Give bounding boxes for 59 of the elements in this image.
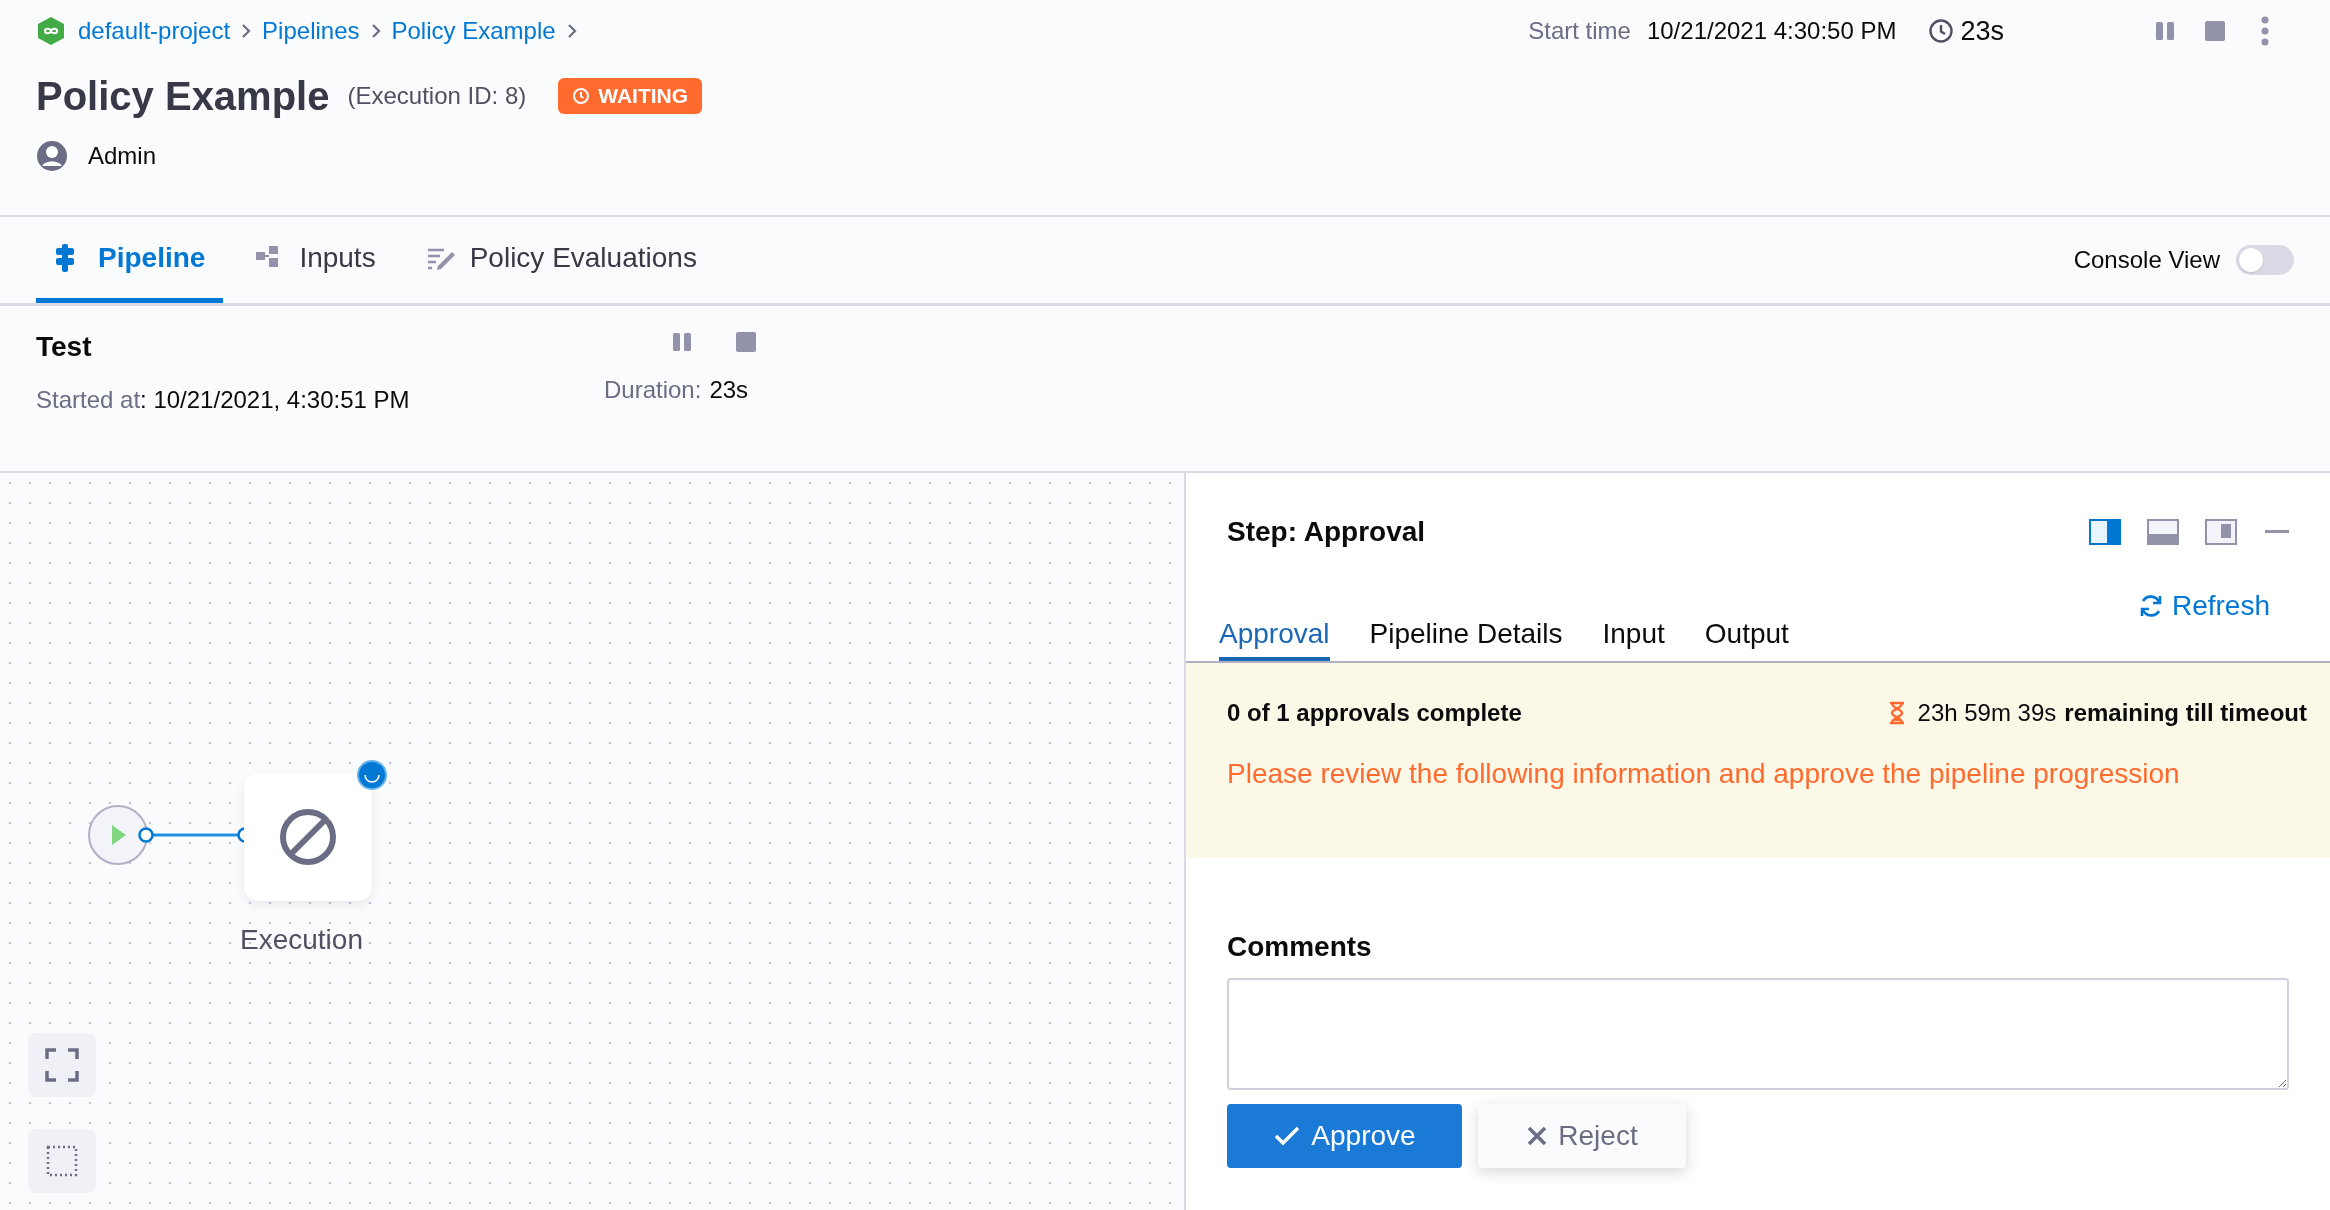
panel-tab[interactable]: Input: [1602, 611, 1665, 661]
console-view-label: Console View: [2073, 245, 2220, 275]
clock-icon: [1928, 18, 1955, 44]
approve-button[interactable]: Approve: [1227, 1104, 1462, 1168]
running-status-icon: [356, 759, 388, 791]
remaining-label: remaining till timeout: [2064, 698, 2307, 728]
approval-message: Please review the following information and approve the pipeline progression: [1227, 757, 2181, 791]
pipeline-title: Policy Example: [36, 73, 330, 120]
duration-value: 23s: [709, 375, 749, 405]
comments-label: Comments: [1227, 930, 1373, 964]
checkmark-icon: [1273, 1124, 1302, 1148]
project-logo-icon: [36, 16, 66, 46]
remaining-time: 23h 59m 39s: [1917, 698, 2057, 728]
breadcrumb-link[interactable]: Pipelines: [262, 13, 360, 49]
tab[interactable]: Inputs: [237, 217, 394, 303]
approvals-status: 0 of 1 approvals complete: [1227, 698, 1522, 728]
start-time-label: Start time: [1528, 16, 1631, 46]
zoom-to-fit-button[interactable]: [28, 1033, 96, 1097]
duration-value: 23s: [1960, 14, 2004, 48]
execution-id: (Execution ID: 8): [347, 81, 527, 111]
hourglass-icon: [1887, 701, 1906, 725]
split-right-layout-icon[interactable]: [2089, 519, 2121, 545]
tab[interactable]: Policy Evaluations: [407, 217, 715, 303]
more-options-icon[interactable]: [2260, 16, 2270, 46]
blocked-icon: [279, 808, 337, 866]
minimize-icon[interactable]: [2265, 530, 2289, 534]
chevron-right-icon: [240, 22, 253, 40]
panel-tab[interactable]: Output: [1704, 611, 1789, 661]
breadcrumb-link[interactable]: Policy Example: [391, 13, 556, 49]
duration-label: Duration:: [604, 375, 702, 405]
started-at-value: : 10/21/2021, 4:30:51 PM: [140, 385, 410, 415]
chevron-right-icon: [565, 22, 578, 40]
execution-node[interactable]: [244, 773, 372, 901]
chevron-right-icon: [369, 22, 382, 40]
start-node[interactable]: [86, 803, 150, 867]
step-title: Step: Approval: [1227, 515, 1426, 549]
node-label: Execution: [240, 923, 363, 957]
pause-icon[interactable]: [672, 332, 692, 352]
pause-icon[interactable]: [2154, 20, 2176, 42]
stage-name: Test: [36, 330, 93, 364]
split-bottom-layout-icon[interactable]: [2147, 519, 2179, 545]
dashed-selection-icon: [45, 1144, 79, 1178]
started-at-label: Started at: [36, 385, 141, 415]
floating-layout-icon[interactable]: [2205, 519, 2237, 545]
comments-field[interactable]: [1227, 978, 2289, 1090]
breadcrumb-link[interactable]: default-project: [78, 13, 231, 49]
user-name: Admin: [88, 141, 157, 171]
refresh-button[interactable]: Refresh: [2137, 585, 2270, 627]
close-icon: [1526, 1125, 1549, 1147]
stop-icon[interactable]: [2204, 20, 2226, 42]
selection-tool-button[interactable]: [28, 1129, 96, 1193]
fit-screen-icon: [45, 1048, 79, 1082]
status-badge: WAITING: [558, 78, 703, 114]
reject-button[interactable]: Reject: [1478, 1104, 1686, 1168]
console-view-toggle[interactable]: [2236, 245, 2294, 275]
avatar-icon: [36, 140, 68, 172]
panel-tab[interactable]: Pipeline Details: [1369, 611, 1563, 661]
tab[interactable]: Pipeline: [36, 217, 224, 303]
start-time-value: 10/21/2021 4:30:50 PM: [1646, 16, 1897, 46]
